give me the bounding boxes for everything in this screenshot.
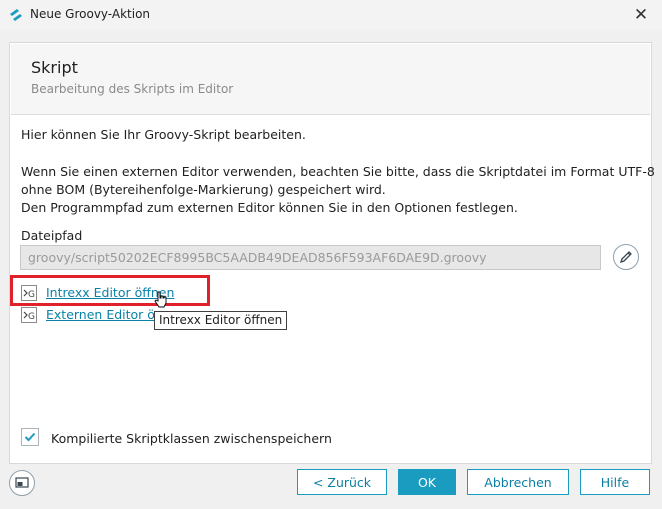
intro-text: Hier können Sie Ihr Groovy-Skript bearbe… xyxy=(21,127,306,142)
cache-checkbox[interactable] xyxy=(21,428,39,446)
notice-line-3: Den Programmpfad zum externen Editor kön… xyxy=(21,200,518,215)
page-header: Skript Bearbeitung des Skripts im Editor xyxy=(11,44,650,115)
page-title: Skript xyxy=(31,58,78,77)
hand-cursor-icon xyxy=(154,291,167,308)
tooltip: Intrexx Editor öffnen xyxy=(154,311,288,330)
open-external-editor-link[interactable]: Externen Editor ö xyxy=(46,307,155,322)
pencil-icon xyxy=(619,251,632,264)
groovy-script-icon: G xyxy=(21,307,37,323)
back-button[interactable]: < Zurück xyxy=(297,469,387,495)
notice-line-2: ohne BOM (Bytereihenfolge-Markierung) ge… xyxy=(21,182,386,197)
close-icon: ✕ xyxy=(633,5,649,25)
file-path-input[interactable] xyxy=(20,245,601,270)
file-path-label: Dateipfad xyxy=(21,228,83,243)
screen-toggle-button[interactable] xyxy=(9,470,35,496)
highlight-box xyxy=(10,275,210,306)
window-icon xyxy=(15,477,29,488)
ok-button[interactable]: OK xyxy=(398,469,456,495)
edit-path-button[interactable] xyxy=(613,244,639,270)
notice-line-1: Wenn Sie einen externen Editor verwenden… xyxy=(21,164,655,179)
close-button[interactable]: ✕ xyxy=(628,2,654,28)
groovy-logo-icon xyxy=(10,9,22,21)
page-subtitle: Bearbeitung des Skripts im Editor xyxy=(31,82,234,96)
checkmark-icon xyxy=(24,432,36,442)
svg-text:G: G xyxy=(28,312,35,322)
cache-option-label: Kompilierte Skriptklassen zwischenspeich… xyxy=(51,431,332,446)
title-bar: Neue Groovy-Aktion ✕ xyxy=(0,0,662,30)
dialog-content: Skript Bearbeitung des Skripts im Editor… xyxy=(9,42,655,464)
window-title: Neue Groovy-Aktion xyxy=(30,7,151,21)
help-button[interactable]: Hilfe xyxy=(580,469,650,495)
cancel-button[interactable]: Abbrechen xyxy=(467,469,569,495)
